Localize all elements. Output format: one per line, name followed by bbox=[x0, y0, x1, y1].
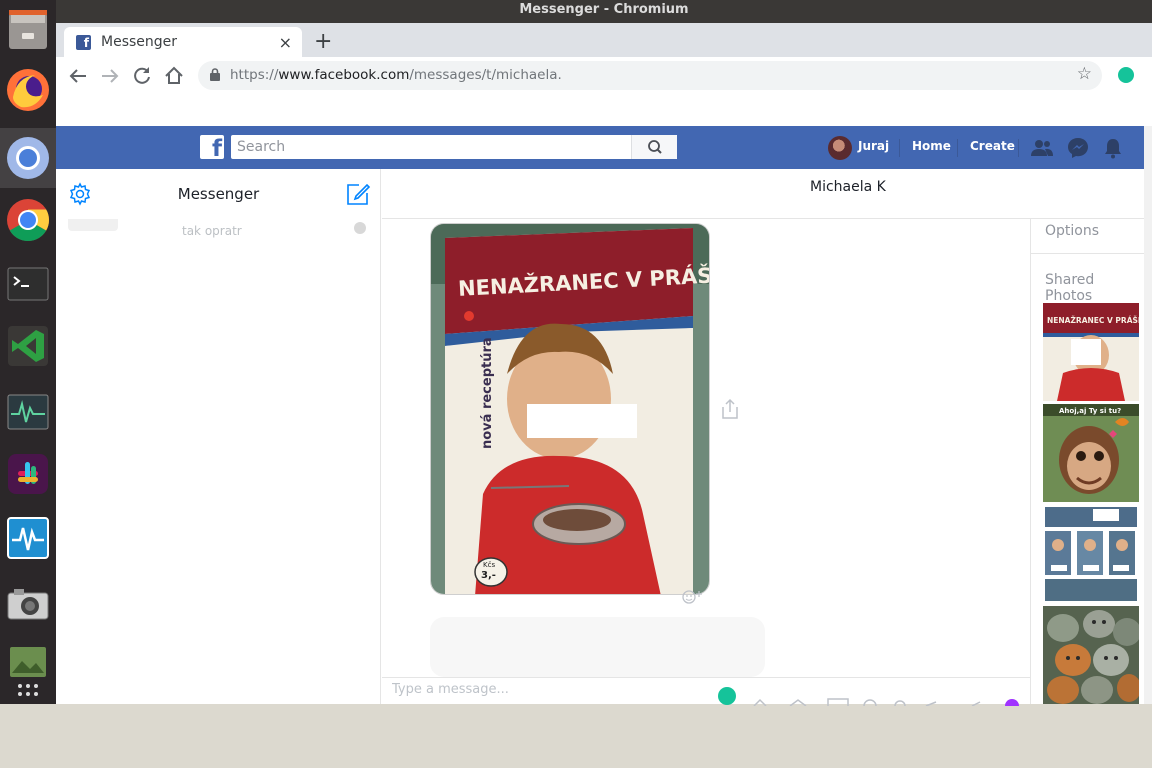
thumb-caption: Ahoj,aj Ty si tu? bbox=[1059, 407, 1121, 415]
share-icon[interactable] bbox=[720, 398, 740, 420]
dock-camera-icon[interactable] bbox=[0, 574, 56, 634]
profile-link[interactable]: Juraj bbox=[858, 139, 889, 153]
browser-toolbar: https://www.facebook.com/messages/t/mich… bbox=[56, 57, 1152, 94]
home-icon[interactable] bbox=[162, 64, 186, 88]
conversation-list-header: Messenger bbox=[56, 169, 381, 219]
chat-header: Michaela K bbox=[382, 169, 1144, 219]
dock-pulse-monitor-icon[interactable] bbox=[0, 508, 56, 568]
page-scrollbar[interactable] bbox=[1144, 126, 1152, 704]
avatar[interactable] bbox=[828, 136, 852, 160]
shared-photo-thumb[interactable]: Ahoj,aj Ty si tu? bbox=[1043, 404, 1139, 502]
bookmark-star-icon[interactable]: ☆ bbox=[1077, 64, 1092, 84]
dock-system-monitor-icon[interactable] bbox=[0, 382, 56, 442]
photo-side-text: nová receptúra bbox=[480, 337, 495, 449]
window-title: Messenger - Chromium bbox=[56, 0, 1152, 23]
message-composer bbox=[382, 677, 1030, 706]
conversation-snippet: tak opratr bbox=[182, 224, 242, 238]
ubuntu-dock bbox=[0, 0, 56, 704]
dock-slack-icon[interactable] bbox=[0, 444, 56, 504]
dock-files-icon[interactable] bbox=[0, 0, 56, 60]
bookmarks-bar bbox=[56, 94, 1152, 126]
messenger-app: Messenger tak opratr Michaela K NENAŽRAN… bbox=[56, 169, 1145, 706]
grammarly-extension-icon[interactable] bbox=[1118, 67, 1134, 83]
conversation-list-pane: Messenger tak opratr bbox=[56, 169, 381, 704]
seen-indicator-icon bbox=[354, 222, 366, 234]
dock-chromium-icon[interactable] bbox=[0, 128, 56, 188]
dock-vscode-icon[interactable] bbox=[0, 316, 56, 376]
dock-chrome-icon[interactable] bbox=[0, 190, 56, 250]
conversation-info-pane: Options Shared Photos NENAŽRANEC V PRÁŠK… bbox=[1030, 219, 1145, 704]
composer-tools-icon[interactable] bbox=[750, 696, 1020, 706]
photo-price-label: Kčs bbox=[483, 561, 495, 569]
url-text: https://www.facebook.com/messages/t/mich… bbox=[230, 67, 562, 83]
conversation-avatar bbox=[68, 219, 118, 231]
dock-firefox-icon[interactable] bbox=[0, 60, 56, 120]
shared-photo-thumb[interactable]: NENAŽRANEC V PRÁŠKU bbox=[1043, 303, 1139, 401]
create-link[interactable]: Create bbox=[970, 139, 1015, 153]
chat-pane: Michaela K NENAŽRANEC V PRÁŠKU nová rece… bbox=[382, 169, 1145, 706]
messenger-icon[interactable] bbox=[1067, 137, 1089, 159]
facebook-header: f Juraj Home Create bbox=[56, 126, 1144, 169]
forward-icon[interactable] bbox=[98, 64, 122, 88]
shared-photo-thumb[interactable] bbox=[1043, 505, 1139, 603]
conversation-item[interactable]: tak opratr bbox=[56, 219, 381, 239]
home-link[interactable]: Home bbox=[912, 139, 951, 153]
add-reaction-icon[interactable] bbox=[680, 589, 708, 605]
options-link[interactable]: Options bbox=[1045, 223, 1099, 239]
photo-price-value: 3,- bbox=[481, 570, 496, 581]
nav-divider bbox=[1018, 139, 1019, 157]
search-icon bbox=[648, 140, 662, 154]
facebook-favicon-icon: f bbox=[76, 34, 91, 50]
divider bbox=[1031, 253, 1145, 254]
message-bubble[interactable] bbox=[430, 617, 765, 677]
tab-strip: f Messenger × + bbox=[56, 23, 1152, 57]
grammarly-icon[interactable] bbox=[718, 687, 736, 705]
photo-message[interactable]: NENAŽRANEC V PRÁŠKU nová receptúra Kčs 3… bbox=[430, 223, 710, 595]
messenger-title: Messenger bbox=[177, 185, 260, 203]
tab-messenger[interactable]: f Messenger × bbox=[64, 27, 302, 57]
reload-icon[interactable] bbox=[130, 64, 154, 88]
lock-icon bbox=[210, 68, 220, 81]
new-message-icon[interactable] bbox=[345, 181, 371, 207]
search-button[interactable] bbox=[631, 135, 677, 159]
thumb-product-title: NENAŽRANEC V PRÁŠKU bbox=[1047, 316, 1139, 325]
dock-show-apps-icon[interactable] bbox=[0, 676, 56, 704]
chat-partner-name[interactable]: Michaela K bbox=[810, 179, 886, 195]
back-icon[interactable] bbox=[66, 64, 90, 88]
tab-close-icon[interactable]: × bbox=[279, 33, 292, 52]
facebook-search-input[interactable] bbox=[231, 135, 677, 159]
tab-title: Messenger bbox=[101, 34, 178, 50]
friend-requests-icon[interactable] bbox=[1031, 139, 1053, 157]
nav-divider bbox=[957, 139, 958, 157]
nav-divider bbox=[899, 139, 900, 157]
shared-photos-title: Shared Photos bbox=[1045, 272, 1095, 304]
shared-photo-thumb[interactable] bbox=[1043, 606, 1139, 704]
notifications-bell-icon[interactable] bbox=[1103, 137, 1123, 159]
cereal-box-photo: NENAŽRANEC V PRÁŠKU nová receptúra Kčs 3… bbox=[431, 224, 709, 594]
dock-terminal-icon[interactable] bbox=[0, 254, 56, 314]
address-bar[interactable]: https://www.facebook.com/messages/t/mich… bbox=[198, 61, 1102, 90]
message-input[interactable] bbox=[392, 682, 692, 697]
new-tab-button[interactable]: + bbox=[314, 29, 332, 54]
facebook-logo-icon[interactable]: f bbox=[200, 135, 224, 162]
